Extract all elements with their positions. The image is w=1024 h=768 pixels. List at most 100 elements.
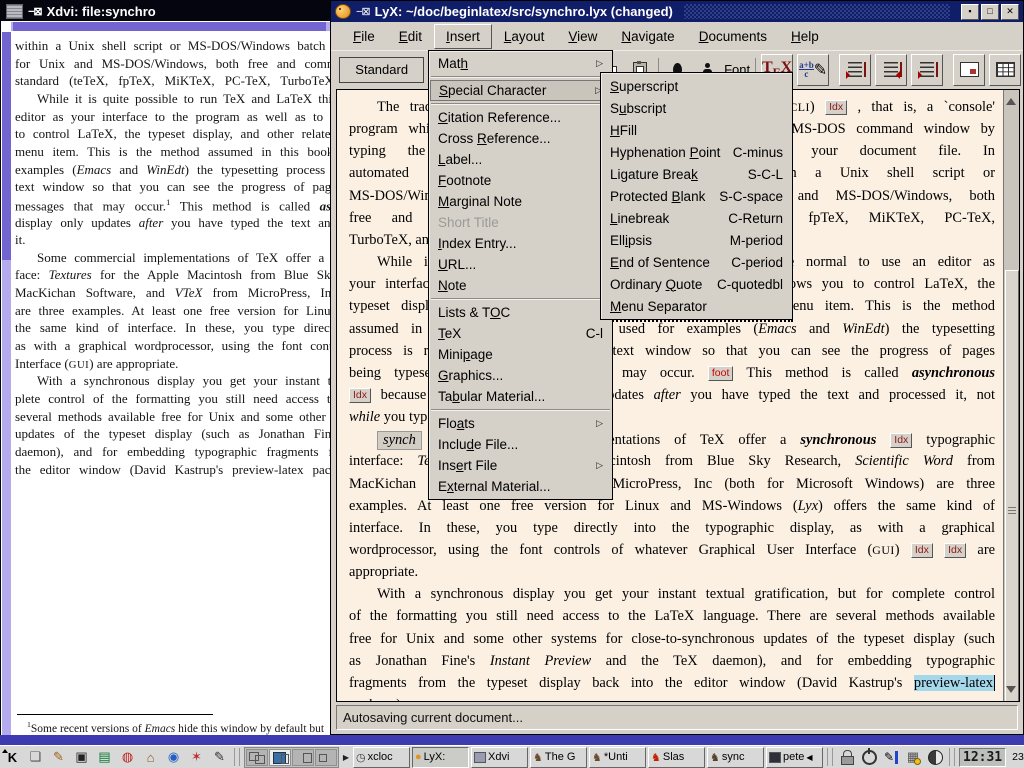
special-character-item-protected-blank[interactable]: Protected BlankS-C-space <box>602 185 791 207</box>
insert-menu-item-graphics[interactable]: Graphics... <box>430 365 611 386</box>
insert-menu-item-external-material[interactable]: External Material... <box>430 476 611 497</box>
maximize-button[interactable]: □ <box>981 4 999 20</box>
organizer-applet[interactable]: ▦ <box>903 748 923 767</box>
xdvi-window[interactable]: −⊠ Xdvi: file:synchro within a Unix shel… <box>0 0 339 745</box>
insert-menu-item-math[interactable]: Math▷ <box>430 53 611 74</box>
taskbar-button-sync[interactable]: ♞sync <box>707 747 764 768</box>
scroll-down-icon[interactable] <box>1006 686 1016 698</box>
document-scrollbar[interactable] <box>1003 90 1019 701</box>
depth-layout-button[interactable] <box>911 54 943 86</box>
index-inset-button[interactable]: Idx <box>349 388 371 403</box>
menubar-item-documents[interactable]: Documents <box>687 24 779 49</box>
open-inset-box[interactable]: synch <box>377 431 422 450</box>
screen-button[interactable]: ▣ <box>71 748 92 767</box>
insert-menu-item-footnote[interactable]: Footnote <box>430 170 611 191</box>
special-character-item-end-of-sentence[interactable]: End of SentenceC-period <box>602 251 791 273</box>
insert-menu-item-cross-reference[interactable]: Cross Reference... <box>430 128 611 149</box>
special-character-item-linebreak[interactable]: LinebreakC-Return <box>602 207 791 229</box>
special-character-item-subscript[interactable]: Subscript <box>602 97 791 119</box>
close-button[interactable]: ✕ <box>1001 4 1019 20</box>
iconify-button[interactable]: ▪ <box>961 4 979 20</box>
taskbar-button-theg[interactable]: ♞The G <box>530 747 587 768</box>
insert-menu-item-tex[interactable]: TeXC-l <box>430 323 611 344</box>
special-character-item-superscript[interactable]: Superscript <box>602 75 791 97</box>
insert-menu-item-tabular-material[interactable]: Tabular Material... <box>430 386 611 407</box>
paragraph-style-combo[interactable]: Standard <box>339 57 424 83</box>
figure-button[interactable] <box>953 54 985 86</box>
menubar-item-insert[interactable]: Insert <box>434 24 492 49</box>
editor-button[interactable]: ✎ <box>209 748 230 767</box>
taskbar-button-lyx[interactable]: ●LyX: <box>412 747 469 768</box>
taskbar-button-pete[interactable]: pete◀ <box>766 747 823 768</box>
insert-menu-item-minipage[interactable]: Minipage <box>430 344 611 365</box>
footnote-layout-button[interactable] <box>839 54 871 86</box>
xdvi-vertical-scrollbar[interactable] <box>2 32 11 743</box>
xdvi-horizontal-scrollbar[interactable] <box>11 22 337 31</box>
moon-phase-applet[interactable] <box>925 748 945 767</box>
scrollbar-thumb[interactable] <box>1005 270 1019 702</box>
menubar-item-file[interactable]: File <box>341 24 387 49</box>
math-button[interactable]: a+bc✎ <box>797 54 829 86</box>
insert-menu-item-lists-toc[interactable]: Lists & TOC <box>430 302 611 323</box>
special-character-item-menu-separator[interactable]: Menu Separator <box>602 295 791 317</box>
panel-handle[interactable] <box>234 748 240 766</box>
taskbar-button-xcloc[interactable]: ◷xcloc <box>353 747 410 768</box>
special-character-item-hfill[interactable]: HFill <box>602 119 791 141</box>
insert-menu-item-include-file[interactable]: Include File... <box>430 434 611 455</box>
k-menu-button[interactable]: K <box>2 748 23 767</box>
klipper-applet[interactable]: ✎ <box>881 748 901 767</box>
terminal-button[interactable]: ▤ <box>94 748 115 767</box>
help-button[interactable]: ◍ <box>117 748 138 767</box>
lyx-titlebar[interactable]: −⊠ LyX: ~/doc/beginlatex/src/synchro.lyx… <box>331 1 1023 22</box>
index-inset-button[interactable]: Idx <box>911 543 933 558</box>
taskbar-button-xdvi[interactable]: Xdvi <box>471 747 528 768</box>
menubar-item-view[interactable]: View <box>556 24 609 49</box>
panel-handle[interactable] <box>949 748 955 766</box>
clock-applet[interactable]: 12:31 <box>959 748 1006 767</box>
footnote-inset-button[interactable]: foot <box>708 366 734 381</box>
xdvi-hscroll-thumb[interactable] <box>13 22 326 31</box>
insert-menu-item-insert-file[interactable]: Insert File▷ <box>430 455 611 476</box>
pager-desktop-2[interactable] <box>269 749 291 766</box>
index-inset-button[interactable]: Idx <box>825 100 847 115</box>
insert-menu-item-url[interactable]: URL... <box>430 254 611 275</box>
menubar-item-edit[interactable]: Edit <box>387 24 434 49</box>
lock-screen-button[interactable] <box>837 748 857 767</box>
menubar-item-help[interactable]: Help <box>779 24 831 49</box>
insert-menu-item-label[interactable]: Label... <box>430 149 611 170</box>
pager-desktop-4[interactable] <box>315 749 337 766</box>
index-inset-button[interactable]: Idx <box>890 433 912 448</box>
menubar-item-layout[interactable]: Layout <box>492 24 557 49</box>
special-character-item-ligature-break[interactable]: Ligature BreakS-C-L <box>602 163 791 185</box>
insert-menu-item-note[interactable]: Note <box>430 275 611 296</box>
special-character-item-ellipsis[interactable]: EllipsisM-period <box>602 229 791 251</box>
home-button[interactable]: ⌂ <box>140 748 161 767</box>
mail-button[interactable]: ✶ <box>186 748 207 767</box>
insert-menu-item-special-character[interactable]: Special Character▷ <box>430 80 611 101</box>
xdvi-titlebar[interactable]: −⊠ Xdvi: file:synchro <box>1 1 338 21</box>
logout-button[interactable] <box>859 748 879 767</box>
insert-menu-item-marginal-note[interactable]: Marginal Note <box>430 191 611 212</box>
taskbar-button-unti[interactable]: ♞*Unti <box>589 747 646 768</box>
desktop-pager[interactable] <box>244 747 339 768</box>
scroll-up-icon[interactable] <box>1006 93 1016 105</box>
margin-layout-button[interactable] <box>875 54 907 86</box>
pager-desktop-1[interactable] <box>246 749 268 766</box>
insert-menu-item-index-entry[interactable]: Index Entry... <box>430 233 611 254</box>
pager-desktop-3[interactable] <box>292 749 314 766</box>
desktop-settings-button[interactable]: ✎ <box>48 748 69 767</box>
table-button[interactable] <box>989 54 1021 86</box>
window-list-button[interactable]: ❏ <box>25 748 46 767</box>
taskbar-button-slas[interactable]: ♞Slas <box>648 747 705 768</box>
index-inset-button[interactable]: Idx <box>944 543 966 558</box>
pager-expand-arrow-icon[interactable]: ▶ <box>341 749 351 766</box>
window-pin-icon[interactable]: −⊠ <box>28 5 42 18</box>
menubar-item-navigate[interactable]: Navigate <box>609 24 686 49</box>
panel-handle[interactable] <box>827 748 833 766</box>
browser-button[interactable]: ◉ <box>163 748 184 767</box>
window-pin-icon[interactable]: −⊠ <box>356 5 370 18</box>
special-character-item-ordinary-quote[interactable]: Ordinary QuoteC-quotedbl <box>602 273 791 295</box>
insert-menu-item-citation-reference[interactable]: Citation Reference... <box>430 107 611 128</box>
special-character-item-hyphenation-point[interactable]: Hyphenation PointC-minus <box>602 141 791 163</box>
xdvi-vscroll-thumb[interactable] <box>2 32 11 260</box>
